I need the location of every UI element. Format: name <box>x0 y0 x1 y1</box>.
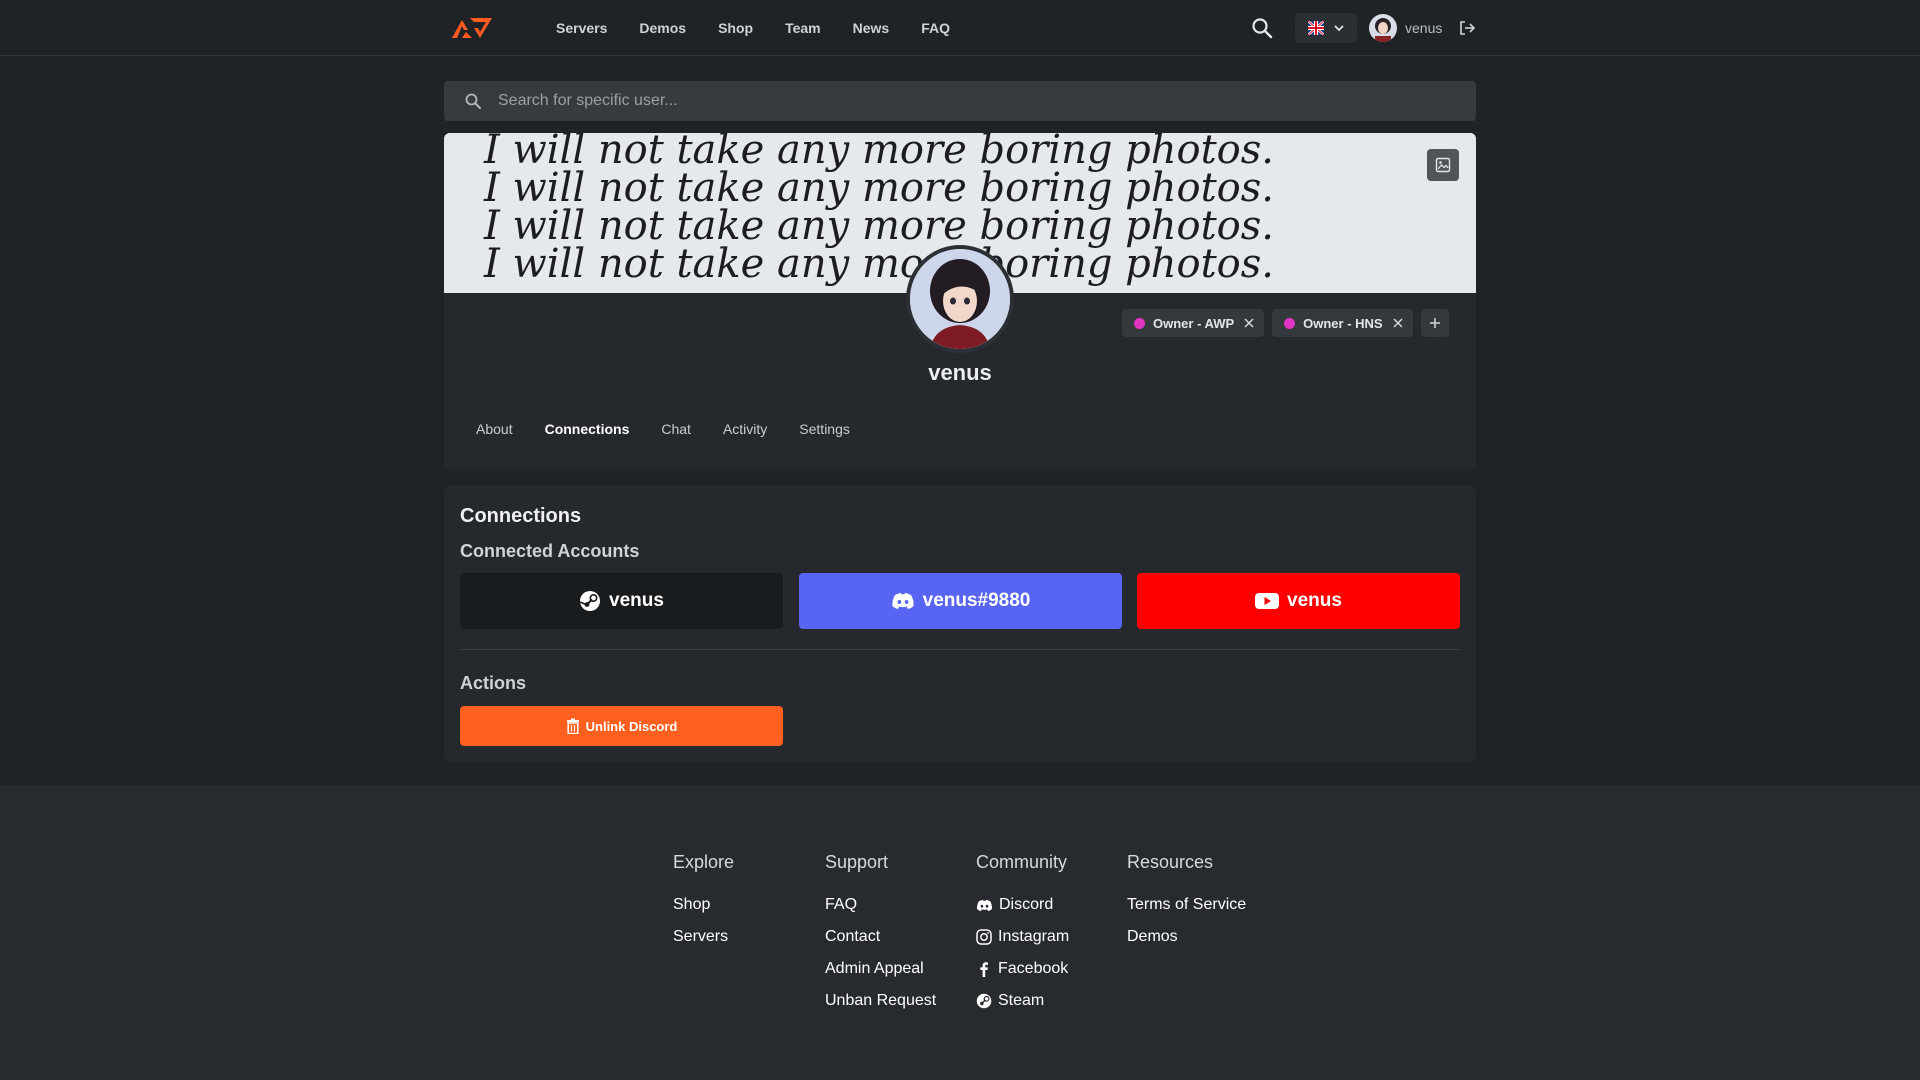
profile-card: I will not take any more boring photos. … <box>444 133 1476 469</box>
unlink-discord-button[interactable]: Unlink Discord <box>460 706 783 746</box>
steam-account-label: venus <box>609 590 664 611</box>
footer-link-label: Instagram <box>998 928 1070 945</box>
role-color-dot <box>1284 317 1296 329</box>
connections-title: Connections <box>460 505 582 527</box>
footer-heading: Support <box>825 852 889 872</box>
profile-username: venus <box>928 360 992 385</box>
footer-link-faq[interactable]: FAQ <box>825 889 936 921</box>
footer-link-label: Facebook <box>998 960 1069 977</box>
nav-link-news[interactable]: News <box>853 20 890 36</box>
footer-link-terms-of-service[interactable]: Terms of Service <box>1127 889 1246 921</box>
footer-column-explore: Explore Shop Servers <box>673 852 734 953</box>
connected-accounts-heading: Connected Accounts <box>460 541 640 561</box>
logout-icon[interactable] <box>1458 19 1476 37</box>
chevron-down-icon <box>1334 25 1344 32</box>
profile-avatar[interactable] <box>906 245 1014 353</box>
plus-icon <box>1429 318 1440 328</box>
steam-account-button[interactable]: venus <box>460 573 783 629</box>
trash-icon <box>566 718 579 734</box>
change-banner-button[interactable] <box>1427 149 1459 181</box>
language-selector[interactable] <box>1295 13 1357 43</box>
nav-link-demos[interactable]: Demos <box>639 20 686 36</box>
footer-heading: Resources <box>1127 852 1214 872</box>
footer-link-label: Discord <box>999 896 1054 913</box>
nav-username[interactable]: venus <box>1405 20 1442 36</box>
unlink-discord-label: Unlink Discord <box>585 718 678 734</box>
discord-account-button[interactable]: venus#9880 <box>799 573 1122 629</box>
footer-link-demos[interactable]: Demos <box>1127 921 1246 953</box>
role-tag: Owner - HNS <box>1272 309 1413 337</box>
footer-link-contact[interactable]: Contact <box>825 921 936 953</box>
tab-activity[interactable]: Activity <box>723 421 767 437</box>
discord-icon <box>891 593 914 609</box>
search-icon[interactable] <box>1250 16 1274 40</box>
site-logo[interactable] <box>452 16 492 40</box>
uk-flag-icon <box>1308 21 1324 35</box>
footer-link-instagram[interactable]: Instagram <box>976 921 1069 953</box>
site-footer: Explore Shop Servers Support FAQ Contact… <box>0 786 1920 1080</box>
role-color-dot <box>1134 317 1145 329</box>
profile-tabs: About Connections Chat Activity Settings <box>476 421 850 437</box>
nav-right: venus <box>1250 0 1480 56</box>
user-search-input[interactable] <box>498 81 1458 121</box>
main-nav: Servers Demos Shop Team News FAQ <box>556 0 982 56</box>
footer-link-discord[interactable]: Discord <box>976 889 1069 921</box>
footer-link-label: Steam <box>998 992 1045 1009</box>
close-icon[interactable] <box>1393 318 1403 328</box>
tab-settings[interactable]: Settings <box>799 421 850 437</box>
footer-link-servers[interactable]: Servers <box>673 921 734 953</box>
image-edit-icon <box>1435 157 1451 173</box>
close-icon[interactable] <box>1244 318 1254 328</box>
add-role-button[interactable] <box>1420 309 1449 337</box>
youtube-account-button[interactable]: venus <box>1137 573 1460 629</box>
actions-heading: Actions <box>460 673 527 693</box>
footer-heading: Community <box>976 852 1068 872</box>
footer-column-support: Support FAQ Contact Admin Appeal Unban R… <box>825 852 936 1017</box>
steam-icon <box>579 591 601 611</box>
instagram-icon <box>976 929 992 945</box>
tab-chat[interactable]: Chat <box>661 421 691 437</box>
footer-heading: Explore <box>673 852 735 872</box>
facebook-icon <box>980 962 988 977</box>
divider <box>460 649 1460 650</box>
footer-column-community: Community Discord Instagram Facebook Ste… <box>976 852 1069 1017</box>
nav-link-shop[interactable]: Shop <box>718 20 753 36</box>
nav-link-faq[interactable]: FAQ <box>921 20 950 36</box>
top-navbar: Servers Demos Shop Team News FAQ venus <box>0 0 1920 56</box>
footer-link-facebook[interactable]: Facebook <box>976 953 1069 985</box>
nav-link-servers[interactable]: Servers <box>556 20 607 36</box>
youtube-account-label: venus <box>1287 590 1342 611</box>
footer-link-shop[interactable]: Shop <box>673 889 734 921</box>
footer-column-resources: Resources Terms of Service Demos <box>1127 852 1246 953</box>
user-avatar[interactable] <box>1369 14 1397 42</box>
svg-text:I will not take any more borin: I will not take any more boring photos. <box>483 241 1274 287</box>
footer-link-admin-appeal[interactable]: Admin Appeal <box>825 953 936 985</box>
connections-panel: Connections Connected Accounts venus ven… <box>444 485 1476 762</box>
role-label: Owner - AWP <box>1153 315 1235 331</box>
youtube-icon <box>1255 593 1280 609</box>
tab-about[interactable]: About <box>476 421 513 437</box>
steam-icon <box>976 993 992 1009</box>
user-search-bar <box>444 81 1476 121</box>
tab-connections[interactable]: Connections <box>545 421 630 437</box>
search-icon <box>465 93 481 109</box>
discord-icon <box>976 899 993 911</box>
nav-link-team[interactable]: Team <box>785 20 821 36</box>
role-tags: Owner - AWP Owner - HNS <box>1122 309 1449 337</box>
role-label: Owner - HNS <box>1303 315 1383 331</box>
footer-link-unban-request[interactable]: Unban Request <box>825 985 936 1017</box>
discord-account-label: venus#9880 <box>922 590 1031 611</box>
footer-link-steam[interactable]: Steam <box>976 985 1069 1017</box>
role-tag: Owner - AWP <box>1122 309 1265 337</box>
